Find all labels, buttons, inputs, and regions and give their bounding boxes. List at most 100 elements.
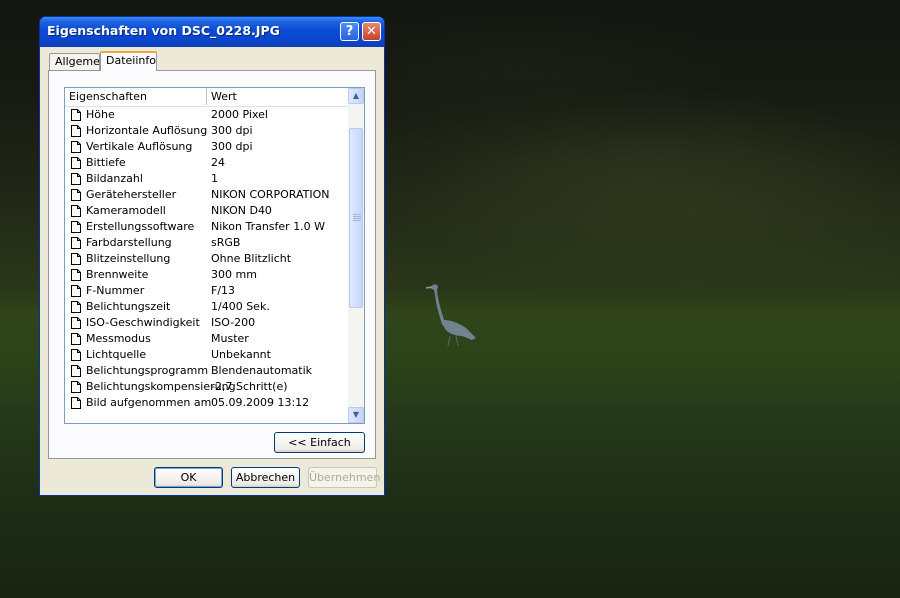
scroll-thumb[interactable]	[349, 128, 363, 308]
property-value: NIKON CORPORATION	[211, 188, 330, 201]
window-title: Eigenschaften von DSC_0228.JPG	[47, 23, 280, 38]
document-icon	[71, 301, 81, 313]
close-icon: ✕	[366, 24, 377, 39]
list-item[interactable]: Belichtungsprogramm Blendenautomatik	[65, 363, 348, 379]
list-item[interactable]: Horizontale Auflösung 300 dpi	[65, 123, 348, 139]
property-name: Messmodus	[86, 332, 151, 345]
list-item[interactable]: Gerätehersteller NIKON CORPORATION	[65, 187, 348, 203]
property-value: -2,7 Schritt(e)	[211, 380, 288, 393]
scroll-down-button[interactable]: ▼	[348, 407, 364, 423]
arrow-down-icon: ▼	[352, 410, 360, 419]
property-value: F/13	[211, 284, 236, 297]
list-item[interactable]: Farbdarstellung sRGB	[65, 235, 348, 251]
list-item[interactable]: ISO-Geschwindigkeit ISO-200	[65, 315, 348, 331]
property-value: 2000 Pixel	[211, 108, 268, 121]
property-value: Ohne Blitzlicht	[211, 252, 292, 265]
property-value: 05.09.2009 13:12	[211, 396, 310, 409]
document-icon	[71, 365, 81, 377]
property-name: Belichtungszeit	[86, 300, 171, 313]
document-icon	[71, 221, 81, 233]
list-item[interactable]: Brennweite 300 mm	[65, 267, 348, 283]
list-item[interactable]: Vertikale Auflösung 300 dpi	[65, 139, 348, 155]
property-name: F-Nummer	[86, 284, 145, 297]
property-value: 300 dpi	[211, 140, 253, 153]
property-name: Brennweite	[86, 268, 149, 281]
document-icon	[71, 109, 81, 121]
property-name: Belichtungsprogramm	[86, 364, 209, 377]
document-icon	[71, 349, 81, 361]
property-value: Unbekannt	[211, 348, 271, 361]
property-value: 1/400 Sek.	[211, 300, 270, 313]
property-value: 300 mm	[211, 268, 257, 281]
property-value: ISO-200	[211, 316, 256, 329]
treeline	[380, 90, 900, 290]
list-item[interactable]: Lichtquelle Unbekannt	[65, 347, 348, 363]
list-item[interactable]: Höhe 2000 Pixel	[65, 107, 348, 123]
arrow-up-icon: ▲	[352, 91, 360, 100]
property-value: sRGB	[211, 236, 241, 249]
apply-button[interactable]: Übernehmen	[308, 467, 380, 488]
grip-icon	[353, 214, 361, 221]
document-icon	[71, 189, 81, 201]
document-icon	[71, 381, 81, 393]
scroll-up-button[interactable]: ▲	[348, 88, 364, 104]
document-icon	[71, 269, 81, 281]
document-icon	[71, 333, 81, 345]
title-bar[interactable]: Eigenschaften von DSC_0228.JPG ? ✕	[40, 17, 384, 47]
list-item[interactable]: Bild aufgenommen am 05.09.2009 13:12	[65, 395, 348, 411]
list-item[interactable]: Erstellungssoftware Nikon Transfer 1.0 W	[65, 219, 348, 235]
property-value: Blendenautomatik	[211, 364, 313, 377]
help-icon: ?	[345, 24, 354, 39]
property-value: 1	[211, 172, 218, 185]
property-value: 300 dpi	[211, 124, 253, 137]
list-item[interactable]: Bildanzahl 1	[65, 171, 348, 187]
document-icon	[71, 237, 81, 249]
list-item[interactable]: Messmodus Muster	[65, 331, 348, 347]
list-item[interactable]: Belichtungskompensierung -2,7 Schritt(e)	[65, 379, 348, 395]
property-name: Lichtquelle	[86, 348, 147, 361]
document-icon	[71, 397, 81, 409]
dateiinfo-tab-panel: Eigenschaften Wert Höhe 2000 Pixel Horizon…	[48, 70, 376, 459]
property-name: Blitzeinstellung	[86, 252, 171, 265]
list-item[interactable]: Bittiefe 24	[65, 155, 348, 171]
property-name: Gerätehersteller	[86, 188, 177, 201]
property-value: Muster	[211, 332, 249, 345]
cancel-button[interactable]: Abbrechen	[231, 467, 300, 488]
document-icon	[71, 285, 81, 297]
list-rows: Höhe 2000 Pixel Horizontale Auflösung 300 d…	[65, 107, 348, 411]
simple-view-button[interactable]: << Einfach	[274, 432, 365, 453]
property-name: Erstellungssoftware	[86, 220, 195, 233]
property-name: Bittiefe	[86, 156, 126, 169]
list-header: Eigenschaften Wert	[65, 88, 348, 107]
property-value: NIKON D40	[211, 204, 272, 217]
properties-list[interactable]: Eigenschaften Wert Höhe 2000 Pixel Horizon…	[64, 87, 365, 424]
list-item[interactable]: Kameramodell NIKON D40	[65, 203, 348, 219]
list-item[interactable]: F-Nummer F/13	[65, 283, 348, 299]
ok-button[interactable]: OK	[154, 467, 223, 488]
property-value: Nikon Transfer 1.0 W	[211, 220, 326, 233]
list-item[interactable]: Belichtungszeit 1/400 Sek.	[65, 299, 348, 315]
properties-dialog: Eigenschaften von DSC_0228.JPG ? ✕ Allge…	[39, 16, 385, 496]
property-name: Bildanzahl	[86, 172, 143, 185]
tab-dateiinfo[interactable]: Dateiinfo	[100, 51, 157, 71]
document-icon	[71, 125, 81, 137]
tab-allgemein[interactable]: Allgemein	[49, 53, 110, 70]
document-icon	[71, 317, 81, 329]
column-header-value[interactable]: Wert	[207, 88, 348, 105]
property-name: Farbdarstellung	[86, 236, 172, 249]
document-icon	[71, 205, 81, 217]
property-name: Höhe	[86, 108, 115, 121]
column-header-properties[interactable]: Eigenschaften	[65, 88, 207, 105]
document-icon	[71, 157, 81, 169]
heron-figure	[425, 284, 476, 346]
document-icon	[71, 141, 81, 153]
property-name: Horizontale Auflösung	[86, 124, 208, 137]
help-button[interactable]: ?	[340, 22, 359, 41]
vertical-scrollbar[interactable]: ▲ ▼	[348, 88, 364, 423]
close-button[interactable]: ✕	[362, 22, 381, 41]
property-name: Bild aufgenommen am	[86, 396, 212, 409]
property-name: ISO-Geschwindigkeit	[86, 316, 200, 329]
document-icon	[71, 173, 81, 185]
document-icon	[71, 253, 81, 265]
list-item[interactable]: Blitzeinstellung Ohne Blitzlicht	[65, 251, 348, 267]
